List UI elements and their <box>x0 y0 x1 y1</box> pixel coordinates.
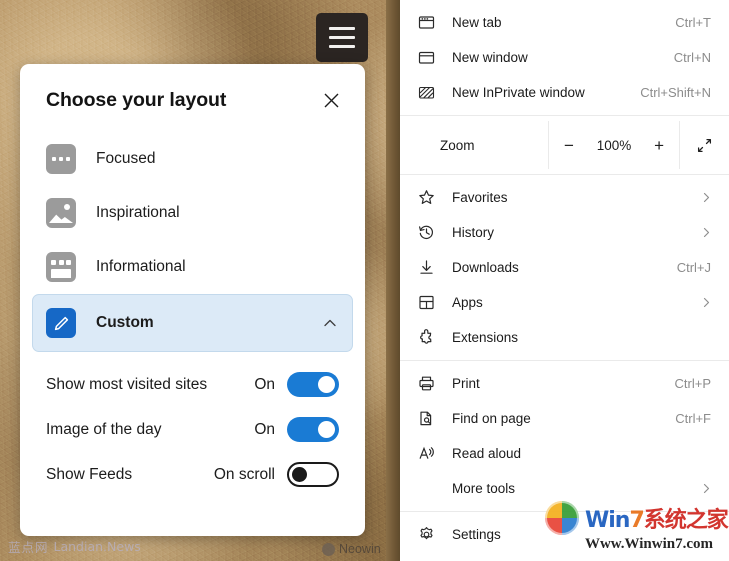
menu-item-label: More tools <box>452 481 516 496</box>
menu-item-shortcut: Ctrl+F <box>675 411 711 426</box>
menu-item-find-on-page[interactable]: Find on page Ctrl+F <box>400 401 729 436</box>
menu-item-new-tab[interactable]: New tab Ctrl+T <box>400 5 729 40</box>
zoom-row: Zoom − 100% + <box>400 121 729 169</box>
screenshot-root: Choose your layout Focused Inspirational… <box>0 0 729 561</box>
menu-item-label: Read aloud <box>452 446 522 461</box>
inprivate-icon <box>412 84 440 101</box>
chevron-right-icon <box>699 226 713 239</box>
setting-state: On <box>254 375 275 393</box>
menu-divider <box>400 360 729 361</box>
new-tab-icon <box>412 14 440 31</box>
chevron-right-icon <box>699 482 713 495</box>
toggle-show-feeds[interactable] <box>287 462 339 487</box>
download-icon <box>412 259 440 276</box>
gear-icon <box>412 526 440 543</box>
layout-panel-header: Choose your layout <box>20 64 365 118</box>
zoom-label: Zoom <box>440 137 475 153</box>
menu-item-shortcut: Ctrl+T <box>675 15 711 30</box>
fullscreen-icon[interactable] <box>680 121 729 169</box>
print-icon <box>412 375 440 392</box>
background-edge-shadow <box>386 0 400 561</box>
browser-settings-menu: New tab Ctrl+T New window Ctrl+N New InP… <box>400 0 729 561</box>
menu-item-more-tools[interactable]: More tools <box>400 471 729 506</box>
menu-item-label: New InPrivate window <box>452 85 585 100</box>
history-icon <box>412 224 440 241</box>
menu-item-apps[interactable]: Apps <box>400 285 729 320</box>
menu-item-label: Print <box>452 376 480 391</box>
menu-item-extensions[interactable]: Extensions <box>400 320 729 355</box>
menu-item-label: Extensions <box>452 330 519 345</box>
toggle-image-of-the-day[interactable] <box>287 417 339 442</box>
layout-option-label: Inspirational <box>96 204 180 221</box>
layout-option-inspirational[interactable]: Inspirational <box>32 186 353 240</box>
setting-label: Show Feeds <box>46 465 133 483</box>
page-title: Choose your layout <box>46 88 227 111</box>
layout-options-list: Focused Inspirational Informational Cust… <box>20 118 365 352</box>
menu-item-shortcut: Ctrl+J <box>676 260 711 275</box>
pencil-icon <box>46 308 76 338</box>
find-icon <box>412 410 440 427</box>
menu-item-label: Apps <box>452 295 483 310</box>
setting-label: Image of the day <box>46 420 162 438</box>
layout-option-focused[interactable]: Focused <box>32 132 353 186</box>
menu-item-label: History <box>452 225 495 240</box>
zoom-out-button[interactable]: − <box>557 137 581 154</box>
informational-layout-icon <box>46 252 76 282</box>
menu-item-label: New window <box>452 50 528 65</box>
layout-option-informational[interactable]: Informational <box>32 240 353 294</box>
menu-item-history[interactable]: History <box>400 215 729 250</box>
extensions-icon <box>412 329 440 346</box>
menu-item-downloads[interactable]: Downloads Ctrl+J <box>400 250 729 285</box>
star-icon <box>412 189 440 206</box>
layout-option-label: Informational <box>96 258 186 275</box>
hamburger-icon-bar <box>329 27 355 30</box>
setting-state: On <box>254 420 275 438</box>
menu-item-label: Downloads <box>452 260 519 275</box>
setting-row-show-feeds: Show Feeds On scroll <box>46 452 339 497</box>
menu-item-print[interactable]: Print Ctrl+P <box>400 366 729 401</box>
toggle-show-most-visited-sites[interactable] <box>287 372 339 397</box>
menu-divider <box>400 174 729 175</box>
layout-option-label: Focused <box>96 150 156 167</box>
settings-and-more-button[interactable] <box>316 13 368 62</box>
inspirational-layout-icon <box>46 198 76 228</box>
setting-state: On scroll <box>213 465 275 483</box>
setting-row-image-of-the-day: Image of the day On <box>46 407 339 452</box>
read-aloud-icon <box>412 445 440 462</box>
menu-divider <box>400 511 729 512</box>
menu-item-favorites[interactable]: Favorites <box>400 180 729 215</box>
menu-item-new-inprivate-window[interactable]: New InPrivate window Ctrl+Shift+N <box>400 75 729 110</box>
new-window-icon <box>412 49 440 66</box>
chevron-right-icon <box>699 191 713 204</box>
close-icon[interactable] <box>317 86 345 114</box>
menu-item-help-and-feedback[interactable]: Help and feedback <box>400 552 729 561</box>
menu-item-shortcut: Ctrl+Shift+N <box>640 85 711 100</box>
layout-option-custom[interactable]: Custom <box>32 294 353 352</box>
custom-settings-list: Show most visited sites On Image of the … <box>20 352 365 497</box>
menu-item-shortcut: Ctrl+N <box>673 50 711 65</box>
menu-divider <box>400 115 729 116</box>
zoom-in-button[interactable]: + <box>647 137 671 154</box>
menu-item-settings[interactable]: Settings <box>400 517 729 552</box>
menu-item-shortcut: Ctrl+P <box>674 376 711 391</box>
menu-item-read-aloud[interactable]: Read aloud <box>400 436 729 471</box>
menu-item-label: Settings <box>452 527 501 542</box>
zoom-level-value: 100% <box>596 137 632 153</box>
chevron-up-icon[interactable] <box>321 314 339 332</box>
hamburger-icon-bar <box>329 45 355 48</box>
menu-item-new-window[interactable]: New window Ctrl+N <box>400 40 729 75</box>
hamburger-icon-bar <box>329 36 355 39</box>
zoom-controls: − 100% + <box>548 121 680 169</box>
choose-layout-panel: Choose your layout Focused Inspirational… <box>20 64 365 536</box>
chevron-right-icon <box>699 296 713 309</box>
layout-option-label: Custom <box>96 314 154 331</box>
focused-layout-icon <box>46 144 76 174</box>
menu-item-label: New tab <box>452 15 502 30</box>
menu-item-label: Favorites <box>452 190 508 205</box>
setting-row-show-most-visited-sites: Show most visited sites On <box>46 362 339 407</box>
setting-label: Show most visited sites <box>46 375 208 393</box>
apps-icon <box>412 294 440 311</box>
menu-item-label: Find on page <box>452 411 531 426</box>
